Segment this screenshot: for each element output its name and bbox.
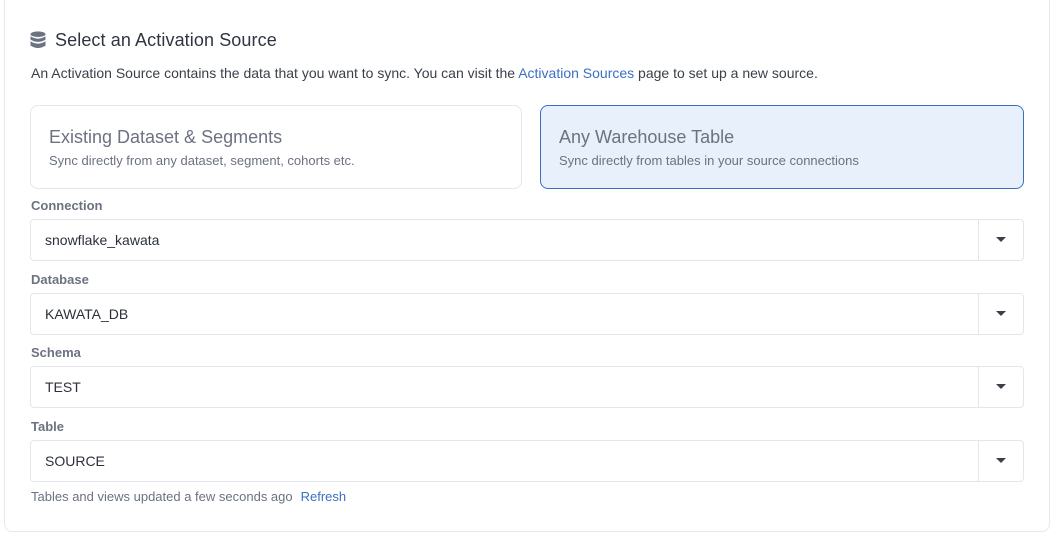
schema-value: TEST	[45, 379, 81, 395]
tables-status-text: Tables and views updated a few seconds a…	[31, 489, 293, 504]
schema-select[interactable]: TEST	[30, 366, 1024, 408]
chevron-down-icon[interactable]	[996, 458, 1006, 463]
database-select[interactable]: KAWATA_DB	[30, 293, 1024, 335]
database-icon	[30, 31, 46, 48]
section-description: An Activation Source contains the data t…	[31, 65, 818, 81]
description-text: An Activation Source contains the data t…	[31, 65, 519, 81]
connection-label: Connection	[31, 198, 103, 213]
select-divider	[978, 220, 979, 260]
chevron-down-icon[interactable]	[996, 311, 1006, 316]
connection-value: snowflake_kawata	[45, 232, 160, 248]
option-existing-dataset[interactable]: Existing Dataset & Segments Sync directl…	[30, 105, 522, 189]
tables-status: Tables and views updated a few seconds a…	[31, 489, 346, 504]
option-subtitle: Sync directly from any dataset, segment,…	[49, 153, 355, 168]
select-divider	[978, 441, 979, 481]
section-header: Select an Activation Source	[30, 29, 277, 51]
database-label: Database	[31, 272, 89, 287]
chevron-down-icon[interactable]	[996, 384, 1006, 389]
connection-select[interactable]: snowflake_kawata	[30, 219, 1024, 261]
option-warehouse-table[interactable]: Any Warehouse Table Sync directly from t…	[540, 105, 1024, 189]
table-value: SOURCE	[45, 453, 105, 469]
option-subtitle: Sync directly from tables in your source…	[559, 153, 859, 168]
select-divider	[978, 367, 979, 407]
table-label: Table	[31, 419, 64, 434]
schema-label: Schema	[31, 345, 81, 360]
option-title: Any Warehouse Table	[559, 127, 735, 147]
activation-sources-link[interactable]: Activation Sources	[518, 65, 634, 81]
refresh-link[interactable]: Refresh	[301, 489, 347, 504]
select-divider	[978, 294, 979, 334]
page-title: Select an Activation Source	[55, 29, 277, 50]
database-value: KAWATA_DB	[45, 306, 129, 322]
chevron-down-icon[interactable]	[996, 237, 1006, 242]
description-text-end: page to set up a new source.	[634, 65, 818, 81]
table-select[interactable]: SOURCE	[30, 440, 1024, 482]
option-title: Existing Dataset & Segments	[49, 127, 283, 147]
